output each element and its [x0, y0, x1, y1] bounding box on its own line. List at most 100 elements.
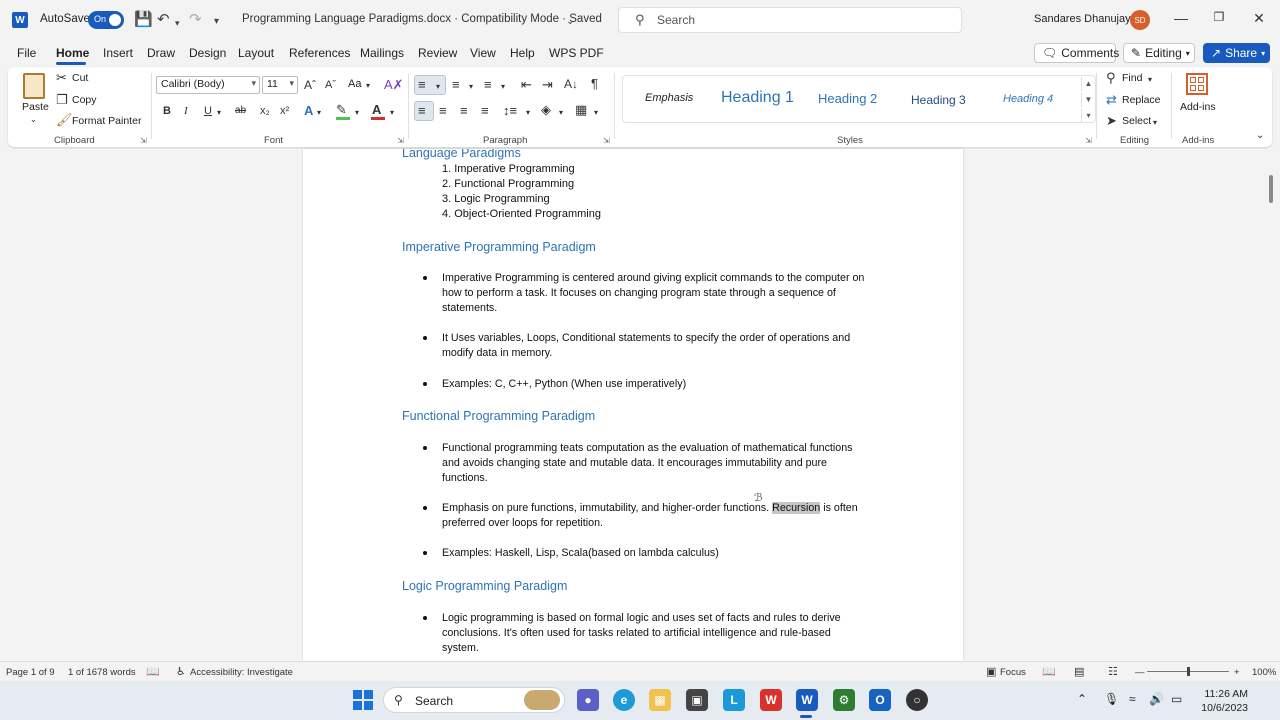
sort-icon[interactable]: A↓ — [564, 77, 578, 91]
zoom-slider-thumb[interactable] — [1187, 667, 1190, 676]
cut-icon[interactable]: ✂ — [56, 71, 67, 85]
copy-button[interactable]: Copy — [72, 94, 97, 106]
web-layout-icon[interactable]: ☷ — [1108, 665, 1118, 678]
change-case-button[interactable]: Aa — [348, 78, 361, 90]
file-explorer-icon[interactable]: ▩ — [649, 689, 671, 711]
style-heading-4[interactable]: Heading 4 — [1003, 93, 1053, 105]
zoom-level[interactable]: 100% — [1252, 667, 1276, 678]
edge-icon[interactable]: e — [613, 689, 635, 711]
bullets-button[interactable]: ≡ ▾ — [414, 75, 446, 95]
font-launcher-icon[interactable]: ⇲ — [397, 136, 404, 145]
mic-muted-icon[interactable]: 🎙 — [1104, 692, 1119, 706]
document-title[interactable]: Programming Language Paradigms.docx · Co… — [242, 13, 602, 25]
tab-wps-pdf[interactable]: WPS PDF — [549, 46, 604, 60]
show-formatting-icon[interactable]: ¶ — [591, 77, 598, 91]
outlook-icon[interactable]: O — [869, 689, 891, 711]
align-center-icon[interactable]: ≡ — [439, 104, 447, 118]
highlight-chevron-icon[interactable]: ▾ — [355, 106, 359, 120]
font-color-icon[interactable]: A — [372, 103, 381, 117]
select-chevron-icon[interactable]: ▾ — [1153, 116, 1157, 130]
format-painter-button[interactable]: Format Painter — [72, 115, 141, 127]
copy-icon[interactable]: ❐ — [56, 93, 68, 107]
borders-icon[interactable]: ▦ — [575, 103, 587, 117]
highlight-icon[interactable]: ✎ — [336, 103, 347, 117]
find-icon[interactable]: ⚲ — [1106, 71, 1116, 85]
tab-mailings[interactable]: Mailings — [360, 46, 404, 60]
subscript-icon[interactable]: x₂ — [260, 104, 270, 118]
paragraph-launcher-icon[interactable]: ⇲ — [603, 136, 610, 145]
font-size-select[interactable]: 11 ▾ — [262, 76, 298, 94]
superscript-icon[interactable]: x² — [280, 104, 289, 118]
style-heading-1[interactable]: Heading 1 — [721, 89, 794, 107]
multilevel-list-icon[interactable]: ≡ — [484, 78, 492, 92]
styles-up-icon[interactable]: ▲ — [1081, 77, 1095, 91]
find-button[interactable]: Find — [1122, 72, 1142, 84]
font-family-select[interactable]: Calibri (Body) ▾ — [156, 76, 260, 94]
italic-icon[interactable]: I — [184, 104, 188, 118]
redo-icon[interactable]: ↷ — [189, 11, 202, 29]
wifi-icon[interactable]: ≈ — [1129, 692, 1136, 706]
vertical-scrollbar[interactable] — [1269, 175, 1273, 203]
font-color-chevron-icon[interactable]: ▾ — [390, 106, 394, 120]
shading-chevron-icon[interactable]: ▾ — [559, 106, 563, 120]
search-box[interactable]: ⚲ Search — [618, 7, 962, 33]
style-emphasis[interactable]: Emphasis — [645, 92, 693, 104]
multilevel-chevron-icon[interactable]: ▾ — [501, 80, 505, 94]
store-icon[interactable]: ▣ — [686, 689, 708, 711]
numbering-icon[interactable]: ≡ — [452, 78, 460, 92]
shading-icon[interactable]: ◈ — [541, 103, 551, 117]
addins-button[interactable]: Add-ins — [1178, 71, 1218, 117]
comments-button[interactable]: 🗨 Comments — [1034, 43, 1119, 63]
tray-chevron-up-icon[interactable]: ⌃ — [1077, 692, 1087, 706]
clipboard-launcher-icon[interactable]: ⇲ — [140, 136, 147, 145]
start-icon[interactable] — [353, 690, 373, 710]
styles-more-icon[interactable]: ▾ — [1081, 109, 1095, 123]
grow-font-icon[interactable]: Aˆ — [304, 78, 316, 92]
focus-button[interactable]: Focus — [1000, 667, 1026, 678]
tab-design[interactable]: Design — [189, 46, 226, 60]
shrink-font-icon[interactable]: Aˇ — [325, 78, 336, 92]
avatar[interactable]: SD — [1130, 10, 1150, 30]
style-heading-3[interactable]: Heading 3 — [911, 93, 966, 107]
cut-button[interactable]: Cut — [72, 72, 88, 84]
paste-button[interactable]: Paste ⌄ — [18, 71, 50, 129]
decrease-indent-icon[interactable]: ⇤ — [521, 78, 532, 92]
text-effects-icon[interactable]: A — [304, 104, 313, 118]
github-icon[interactable]: ○ — [906, 689, 928, 711]
taskbar-search[interactable]: ⚲ Search — [383, 687, 565, 713]
close-icon[interactable]: ✕ — [1249, 10, 1269, 27]
borders-chevron-icon[interactable]: ▾ — [594, 106, 598, 120]
volume-icon[interactable]: 🔊 — [1149, 692, 1164, 706]
strikethrough-icon[interactable]: ab — [235, 104, 246, 118]
customize-toolbar-icon[interactable]: ▾ — [214, 13, 219, 31]
battery-icon[interactable]: ▭ — [1171, 692, 1182, 706]
editing-mode-button[interactable]: ✎ Editing ▾ — [1123, 43, 1195, 63]
increase-indent-icon[interactable]: ⇥ — [542, 78, 553, 92]
undo-dropdown-icon[interactable]: ▾ — [175, 14, 180, 32]
focus-icon[interactable]: ▣ — [986, 665, 996, 678]
text-effects-chevron-icon[interactable]: ▾ — [317, 106, 321, 120]
underline-icon[interactable]: U — [204, 104, 212, 118]
share-button[interactable]: ↗ Share ▾ — [1203, 43, 1270, 63]
tab-view[interactable]: View — [470, 46, 496, 60]
tab-help[interactable]: Help — [510, 46, 535, 60]
read-mode-icon[interactable]: 📖 — [1042, 665, 1056, 678]
zoom-in-icon[interactable]: + — [1234, 667, 1240, 678]
title-chevron-down-icon[interactable]: ⌄ — [566, 13, 574, 31]
save-icon[interactable]: 💾 — [134, 11, 153, 29]
restore-icon[interactable]: ❐ — [1209, 10, 1229, 24]
autosave-toggle[interactable]: On — [88, 11, 124, 29]
tab-layout[interactable]: Layout — [238, 46, 274, 60]
style-heading-2[interactable]: Heading 2 — [818, 91, 877, 106]
highlighted-word[interactable]: Recursion — [772, 502, 821, 514]
clear-formatting-icon[interactable]: A✗ — [384, 78, 404, 92]
line-spacing-icon[interactable]: ↕≡ — [503, 104, 517, 118]
tab-references[interactable]: References — [289, 46, 350, 60]
numbering-chevron-icon[interactable]: ▾ — [469, 80, 473, 94]
accessibility-status[interactable]: Accessibility: Investigate — [190, 667, 293, 678]
lark-icon[interactable]: L — [723, 689, 745, 711]
align-right-icon[interactable]: ≡ — [460, 104, 468, 118]
tab-draw[interactable]: Draw — [147, 46, 175, 60]
tab-review[interactable]: Review — [418, 46, 457, 60]
ribbon-collapse-icon[interactable]: ⌄ — [1256, 129, 1264, 143]
